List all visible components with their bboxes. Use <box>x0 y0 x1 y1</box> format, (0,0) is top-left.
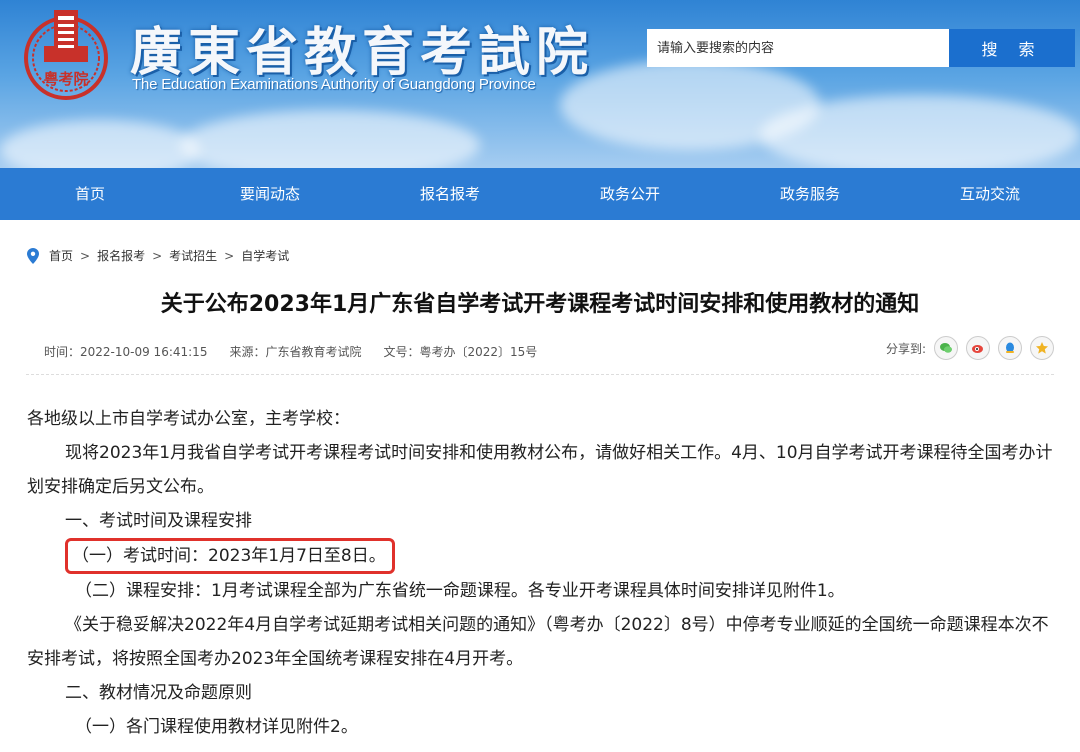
breadcrumb-home[interactable]: 首页 <box>49 247 73 264</box>
site-title: 廣東省教育考試院 <box>130 22 595 83</box>
section-heading-1: 一、考试时间及课程安排 <box>65 511 252 531</box>
section-heading-2: 二、教材情况及命题原则 <box>65 683 252 703</box>
nav-item-services[interactable]: 政务服务 <box>720 168 900 220</box>
document-number: 文号：粤考办〔2022〕15号 <box>383 345 538 359</box>
nav-item-registration[interactable]: 报名报考 <box>360 168 540 220</box>
divider <box>26 374 1054 375</box>
qzone-icon[interactable] <box>1030 336 1054 360</box>
highlighted-exam-time: （一）考试时间：2023年1月7日至8日。 <box>65 538 395 574</box>
breadcrumb-exams[interactable]: 考试招生 <box>169 247 217 264</box>
weibo-icon[interactable] <box>966 336 990 360</box>
share-bar: 分享到: <box>886 336 1054 360</box>
site-header: 粤考院 廣東省教育考試院 The Education Examinations … <box>0 0 1080 168</box>
paragraph-intro: 现将2023年1月我省自学考试开考课程考试时间安排和使用教材公布，请做好相关工作… <box>27 443 1053 497</box>
breadcrumb: 首页 > 报名报考 > 考试招生 > 自学考试 <box>27 247 289 264</box>
article-source: 来源：广东省教育考试院 <box>229 345 362 359</box>
site-subtitle: The Education Examinations Authority of … <box>132 76 536 93</box>
breadcrumb-self-study[interactable]: 自学考试 <box>241 247 289 264</box>
wechat-icon[interactable] <box>934 336 958 360</box>
site-logo[interactable]: 粤考院 <box>18 6 114 102</box>
search-button[interactable]: 搜 索 <box>949 29 1075 67</box>
nav-item-news[interactable]: 要闻动态 <box>180 168 360 220</box>
breadcrumb-separator: > <box>224 248 235 263</box>
share-label: 分享到: <box>885 341 926 356</box>
qq-icon[interactable] <box>998 336 1022 360</box>
nav-item-interaction[interactable]: 互动交流 <box>900 168 1080 220</box>
article-meta: 时间：2022-10-09 16:41:15 来源：广东省教育考试院 文号：粤考… <box>44 343 537 360</box>
paragraph-suspended-courses: 《关于稳妥解决2022年4月自学考试延期考试相关问题的通知》（粤考办〔2022〕… <box>27 615 1049 669</box>
search-input[interactable] <box>647 29 949 67</box>
breadcrumb-registration[interactable]: 报名报考 <box>97 247 145 264</box>
location-pin-icon <box>27 247 39 264</box>
article-body: 各地级以上市自学考试办公室，主考学校： 现将2023年1月我省自学考试开考课程考… <box>27 402 1057 744</box>
nav-item-home[interactable]: 首页 <box>0 168 180 220</box>
salutation: 各地级以上市自学考试办公室，主考学校： <box>27 409 350 429</box>
course-arrangement-item: （二）课程安排：1月考试课程全部为广东省统一命题课程。各专业开考课程具体时间安排… <box>75 581 845 601</box>
main-nav: 首页 要闻动态 报名报考 政务公开 政务服务 互动交流 <box>0 168 1080 220</box>
breadcrumb-separator: > <box>152 248 163 263</box>
logo-text: 粤考院 <box>43 70 88 88</box>
breadcrumb-separator: > <box>80 248 91 263</box>
exam-time-item: （一）考试时间：2023年1月7日至8日。 <box>27 538 1057 574</box>
article-title: 关于公布2023年1月广东省自学考试开考课程考试时间安排和使用教材的通知 <box>160 292 920 317</box>
publish-time: 时间：2022-10-09 16:41:15 <box>44 345 208 359</box>
textbook-item: （一）各门课程使用教材详见附件2。 <box>75 717 358 737</box>
nav-item-public-affairs[interactable]: 政务公开 <box>540 168 720 220</box>
